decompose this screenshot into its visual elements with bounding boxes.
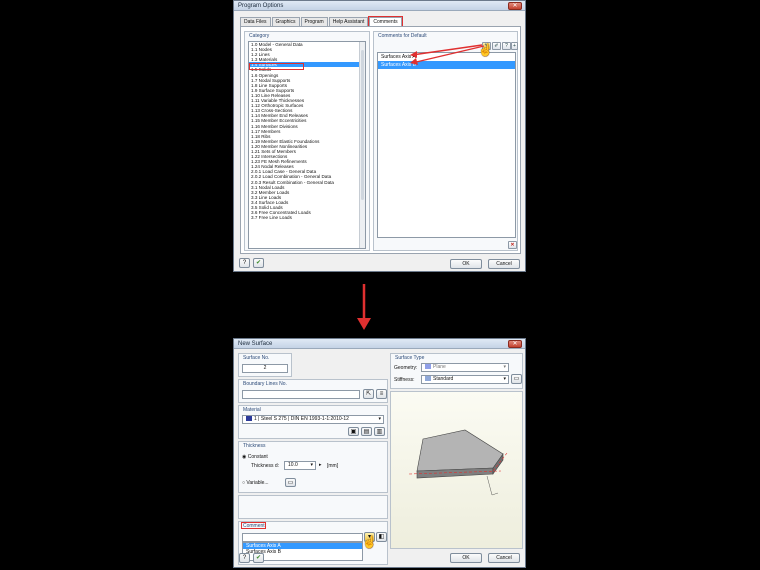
thickness-d-label: Thickness d: (251, 463, 280, 469)
hand-cursor-icon: ☝ (478, 43, 493, 57)
stiffness-edit-icon[interactable]: ▭ (511, 374, 522, 384)
arrow-head-b (410, 58, 418, 65)
surface-no-field[interactable]: 2 (242, 364, 288, 373)
material-select[interactable]: 1 | Steel S 275 | DIN EN 1993-1-1:2010-1… (242, 415, 384, 424)
stepper-icon[interactable]: ▸ (319, 462, 322, 468)
material-library-icon[interactable]: ▥ (374, 427, 385, 436)
help-icon[interactable]: ? (239, 258, 250, 268)
new-surface-dialog: New Surface ✕ Surface No. 2 Boundary Lin… (233, 338, 526, 568)
check-icon[interactable]: ✔ (253, 553, 264, 563)
annotation-arrows (410, 44, 485, 65)
ok-button[interactable]: OK (450, 553, 482, 563)
thickness-label: Thickness (243, 443, 266, 449)
surface-top-face (416, 429, 504, 472)
chevron-down-icon: ▾ (310, 462, 313, 468)
chevron-down-icon: ▾ (503, 376, 506, 382)
dimension-line (486, 475, 493, 496)
variable-thickness-icon[interactable]: ▭ (285, 478, 296, 487)
variable-label: Variable... (246, 480, 269, 486)
material-swatch (246, 416, 252, 421)
check-icon[interactable]: ✔ (253, 258, 264, 268)
material-group: Material 1 | Steel S 275 | DIN EN 1993-1… (238, 405, 388, 439)
stiffness-label: Stiffness: (394, 377, 415, 383)
edit-material-icon[interactable]: ▤ (361, 427, 372, 436)
geometry-value: Plane (433, 364, 446, 370)
pick-lines-icon[interactable]: ⇱ (363, 389, 374, 399)
down-arrow-icon (357, 284, 371, 330)
thickness-unit: [mm] (327, 463, 339, 469)
surface-no-label: Surface No. (243, 355, 270, 361)
geometry-select[interactable]: Plane ▾ (421, 363, 509, 372)
new-material-icon[interactable]: ▣ (348, 427, 359, 436)
material-label: Material (243, 407, 261, 413)
close-icon[interactable]: ✕ (508, 340, 522, 348)
boundary-lines-group: Boundary Lines No. ⇱ ≡ (238, 379, 388, 403)
surface-no-group: Surface No. 2 (238, 353, 292, 377)
cancel-button[interactable]: Cancel (488, 259, 520, 269)
comment-input[interactable] (242, 533, 363, 542)
new-surface-title: New Surface (238, 341, 273, 347)
boundary-lines-label: Boundary Lines No. (243, 381, 287, 387)
arrow-line-b (411, 45, 485, 64)
stiffness-value: Standard (433, 376, 454, 382)
new-surface-titlebar: New Surface ✕ (234, 339, 525, 349)
thickness-group: Thickness ◉ Constant Thickness d: 10.0 ▾… (238, 441, 388, 493)
program-options-dialog: Program Options ✕ Data Files Graphics Pr… (233, 0, 526, 272)
surface-preview-image (408, 429, 508, 496)
down-arrow-head (357, 318, 371, 330)
constant-label: Constant (247, 454, 268, 460)
surface-type-label: Surface Type (395, 355, 425, 361)
surface-preview-panel (390, 391, 523, 549)
comment-library-icon[interactable]: ◧ (376, 532, 387, 542)
arrow-head-a (410, 51, 417, 58)
surface-type-group: Surface Type Geometry: Plane ▾ Stiffness… (390, 353, 523, 389)
constant-radio[interactable]: ◉ Constant (242, 454, 268, 460)
stiffness-select[interactable]: Standard ▾ (421, 375, 509, 384)
arrow-line-a (411, 44, 483, 56)
stiffness-swatch (425, 376, 431, 381)
list-lines-icon[interactable]: ≡ (376, 389, 387, 399)
help-icon[interactable]: ? (239, 553, 250, 563)
chevron-down-icon: ▾ (378, 416, 381, 422)
material-value: 1 | Steel S 275 | DIN EN 1993-1-1:2010-1… (254, 416, 349, 422)
empty-options-group (238, 495, 388, 519)
ok-button[interactable]: OK (450, 259, 482, 269)
chevron-down-icon: ▾ (503, 364, 506, 370)
variable-radio[interactable]: ○ Variable... (242, 480, 269, 486)
boundary-lines-input[interactable] (242, 390, 360, 399)
dimension-line (491, 492, 499, 496)
geometry-swatch (425, 364, 431, 369)
thickness-value: 10.0 (288, 462, 298, 468)
hand-cursor-icon: ☝ (362, 535, 377, 549)
comment-label-highlight (241, 522, 266, 529)
geometry-label: Geometry: (394, 365, 418, 371)
thickness-input[interactable]: 10.0 ▾ (284, 461, 316, 470)
cancel-button[interactable]: Cancel (488, 553, 520, 563)
